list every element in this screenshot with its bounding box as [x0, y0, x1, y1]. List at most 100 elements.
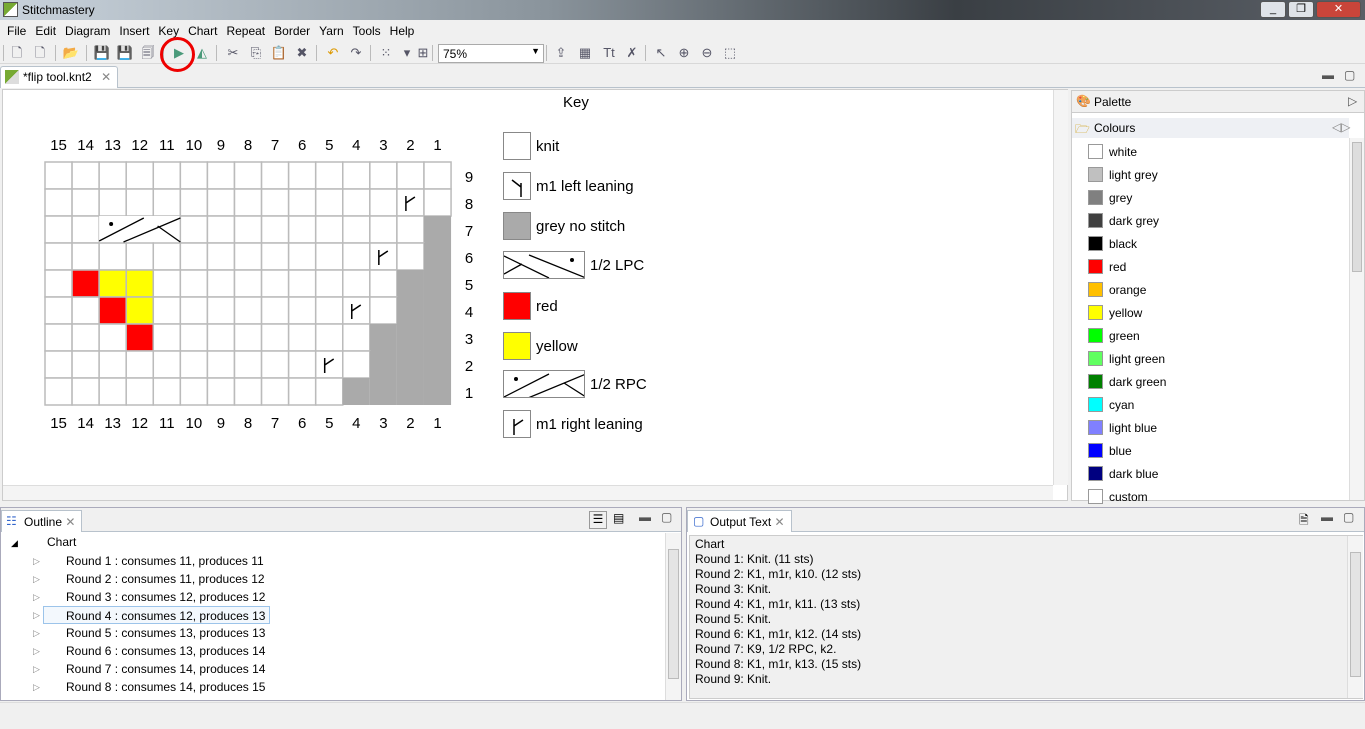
chart-cell-knit[interactable] — [287, 323, 317, 352]
expand-arrow-icon[interactable]: ▷ — [33, 664, 40, 675]
menu-repeat[interactable]: Repeat — [223, 21, 271, 41]
colour-black[interactable]: black — [1088, 232, 1137, 255]
chart-cell-knit[interactable] — [233, 242, 263, 271]
chart-cell-knit[interactable] — [287, 242, 317, 271]
chart-cell-knit[interactable] — [71, 296, 100, 325]
chart-cell-grey-no-stitch[interactable] — [396, 378, 424, 405]
colour-green[interactable]: green — [1088, 324, 1140, 347]
horizontal-scrollbar[interactable] — [3, 485, 1053, 500]
text-icon[interactable]: Tt — [600, 44, 618, 62]
chart-cell-m1-right-leaning[interactable] — [342, 296, 371, 325]
chart-cell-knit[interactable] — [287, 215, 317, 244]
tab-output-text[interactable]: ▢ Output Text ✕ — [687, 510, 792, 532]
chart-cell-knit[interactable] — [206, 188, 236, 217]
chart-cell-m1-right-leaning[interactable] — [314, 350, 344, 379]
chart-cell-knit[interactable] — [125, 350, 155, 379]
chart-cell-knit[interactable] — [260, 161, 290, 190]
chart-cell-knit[interactable] — [206, 269, 236, 298]
close-tab-icon[interactable]: ✕ — [101, 70, 111, 84]
chart-cell-knit[interactable] — [260, 215, 290, 244]
tab-outline[interactable]: ☷ Outline ✕ — [1, 510, 83, 532]
document-icon[interactable]: 🗎 — [1299, 511, 1309, 532]
chart-cell-knit[interactable] — [179, 350, 209, 379]
zoom-in-icon[interactable]: ⊕ — [675, 44, 693, 62]
image-icon[interactable]: ▦ — [576, 44, 594, 62]
minimize-icon[interactable]: ▬ — [1322, 68, 1334, 82]
chart-cell-knit[interactable] — [152, 188, 182, 217]
menu-file[interactable]: File — [4, 21, 32, 41]
chart-cell-knit[interactable] — [233, 323, 263, 352]
colour-grey[interactable]: grey — [1088, 186, 1132, 209]
chart-cell-grey-no-stitch[interactable] — [396, 351, 424, 378]
chart-cell-knit[interactable] — [179, 215, 209, 244]
chart-cell-grey-no-stitch[interactable] — [369, 351, 397, 378]
chart-cell-knit[interactable] — [287, 188, 317, 217]
chart-cell-knit[interactable] — [44, 269, 73, 298]
chart-cell-knit[interactable] — [98, 188, 127, 217]
chart-cell-red[interactable] — [125, 323, 155, 352]
chart-cell-knit[interactable] — [152, 161, 182, 190]
chart-cell-grey-no-stitch[interactable] — [342, 378, 370, 405]
minimize-icon[interactable]: ▬ — [639, 510, 651, 524]
chart-cell-knit[interactable] — [287, 377, 317, 406]
chart-cell-knit[interactable] — [44, 350, 73, 379]
undo-icon[interactable]: ↶ — [324, 44, 342, 62]
chart-cell-knit[interactable] — [369, 269, 398, 298]
chart-cell-knit[interactable] — [369, 188, 398, 217]
chart-cell-yellow[interactable] — [125, 269, 155, 298]
close-tab-icon[interactable]: ✕ — [775, 515, 785, 529]
maximize-icon[interactable]: ▢ — [661, 510, 672, 524]
chart-cell-knit[interactable] — [179, 161, 209, 190]
collapse-icon[interactable]: ◁▷ — [1332, 120, 1350, 134]
pointer-icon[interactable]: ↖ — [652, 44, 670, 62]
chart-cell-yellow[interactable] — [98, 269, 127, 298]
chart-cell-knit[interactable] — [71, 242, 100, 271]
chart-cell-knit[interactable] — [98, 323, 127, 352]
chart-cell-knit[interactable] — [396, 215, 425, 244]
layout-icon[interactable]: ⊞ — [414, 44, 432, 62]
expand-arrow-icon[interactable]: ▷ — [33, 592, 40, 603]
palette-scrollbar[interactable] — [1349, 138, 1364, 500]
zoom-out-icon[interactable]: ⊖ — [698, 44, 716, 62]
chart-cell-knit[interactable] — [342, 215, 371, 244]
tab-flip-tool[interactable]: *flip tool.knt2 ✕ — [0, 66, 119, 88]
expand-arrow-icon[interactable]: ▷ — [33, 610, 40, 621]
chart-cell-yellow[interactable] — [125, 296, 155, 325]
chart-cell-knit[interactable] — [233, 350, 263, 379]
expand-arrow-icon[interactable]: ▷ — [33, 556, 40, 567]
marquee-icon[interactable]: ⬚ — [721, 44, 739, 62]
open-icon[interactable]: 📂 — [62, 44, 80, 62]
chart-cell-knit[interactable] — [396, 161, 425, 190]
chart-cell-grey-no-stitch[interactable] — [396, 270, 424, 297]
menu-yarn[interactable]: Yarn — [316, 21, 349, 41]
save-as-icon[interactable]: 💾 — [116, 44, 134, 62]
chart-cell-knit[interactable] — [260, 323, 290, 352]
expand-arrow-icon[interactable]: ▷ — [33, 574, 40, 585]
outline-round[interactable]: Round 1 : consumes 11, produces 11 — [66, 552, 264, 570]
minimize-icon[interactable]: ▬ — [1321, 510, 1333, 524]
chart-cell-grey-no-stitch[interactable] — [423, 378, 452, 405]
remove-icon[interactable]: ✗ — [623, 44, 641, 62]
colour-dark-blue[interactable]: dark blue — [1088, 462, 1158, 485]
chart-cell-grey-no-stitch[interactable] — [423, 243, 452, 270]
chart-cell-knit[interactable] — [98, 350, 127, 379]
maximize-icon[interactable]: ▢ — [1343, 510, 1354, 524]
chart-cell-knit[interactable] — [71, 350, 100, 379]
chart-cell-knit[interactable] — [44, 296, 73, 325]
colour-yellow[interactable]: yellow — [1088, 301, 1142, 324]
chart-cell-knit[interactable] — [314, 215, 344, 244]
menu-border[interactable]: Border — [271, 21, 316, 41]
menu-insert[interactable]: Insert — [116, 21, 155, 41]
chart-cell-knit[interactable] — [260, 377, 290, 406]
chart-cell-knit[interactable] — [71, 161, 100, 190]
menu-chart[interactable]: Chart — [185, 21, 223, 41]
expand-arrow-icon[interactable]: ▷ — [33, 682, 40, 693]
outline-round[interactable]: Round 8 : consumes 14, produces 15 — [66, 678, 265, 696]
key-item-knit[interactable]: knit — [503, 132, 559, 160]
chart-cell-knit[interactable] — [98, 161, 127, 190]
outline-round[interactable]: Round 2 : consumes 11, produces 12 — [66, 570, 265, 588]
cut-icon[interactable]: ✂ — [224, 44, 242, 62]
chart-cell-knit[interactable] — [233, 161, 263, 190]
chart-cell-knit[interactable] — [206, 377, 236, 406]
key-item-m1l[interactable]: m1 left leaning — [503, 172, 634, 200]
